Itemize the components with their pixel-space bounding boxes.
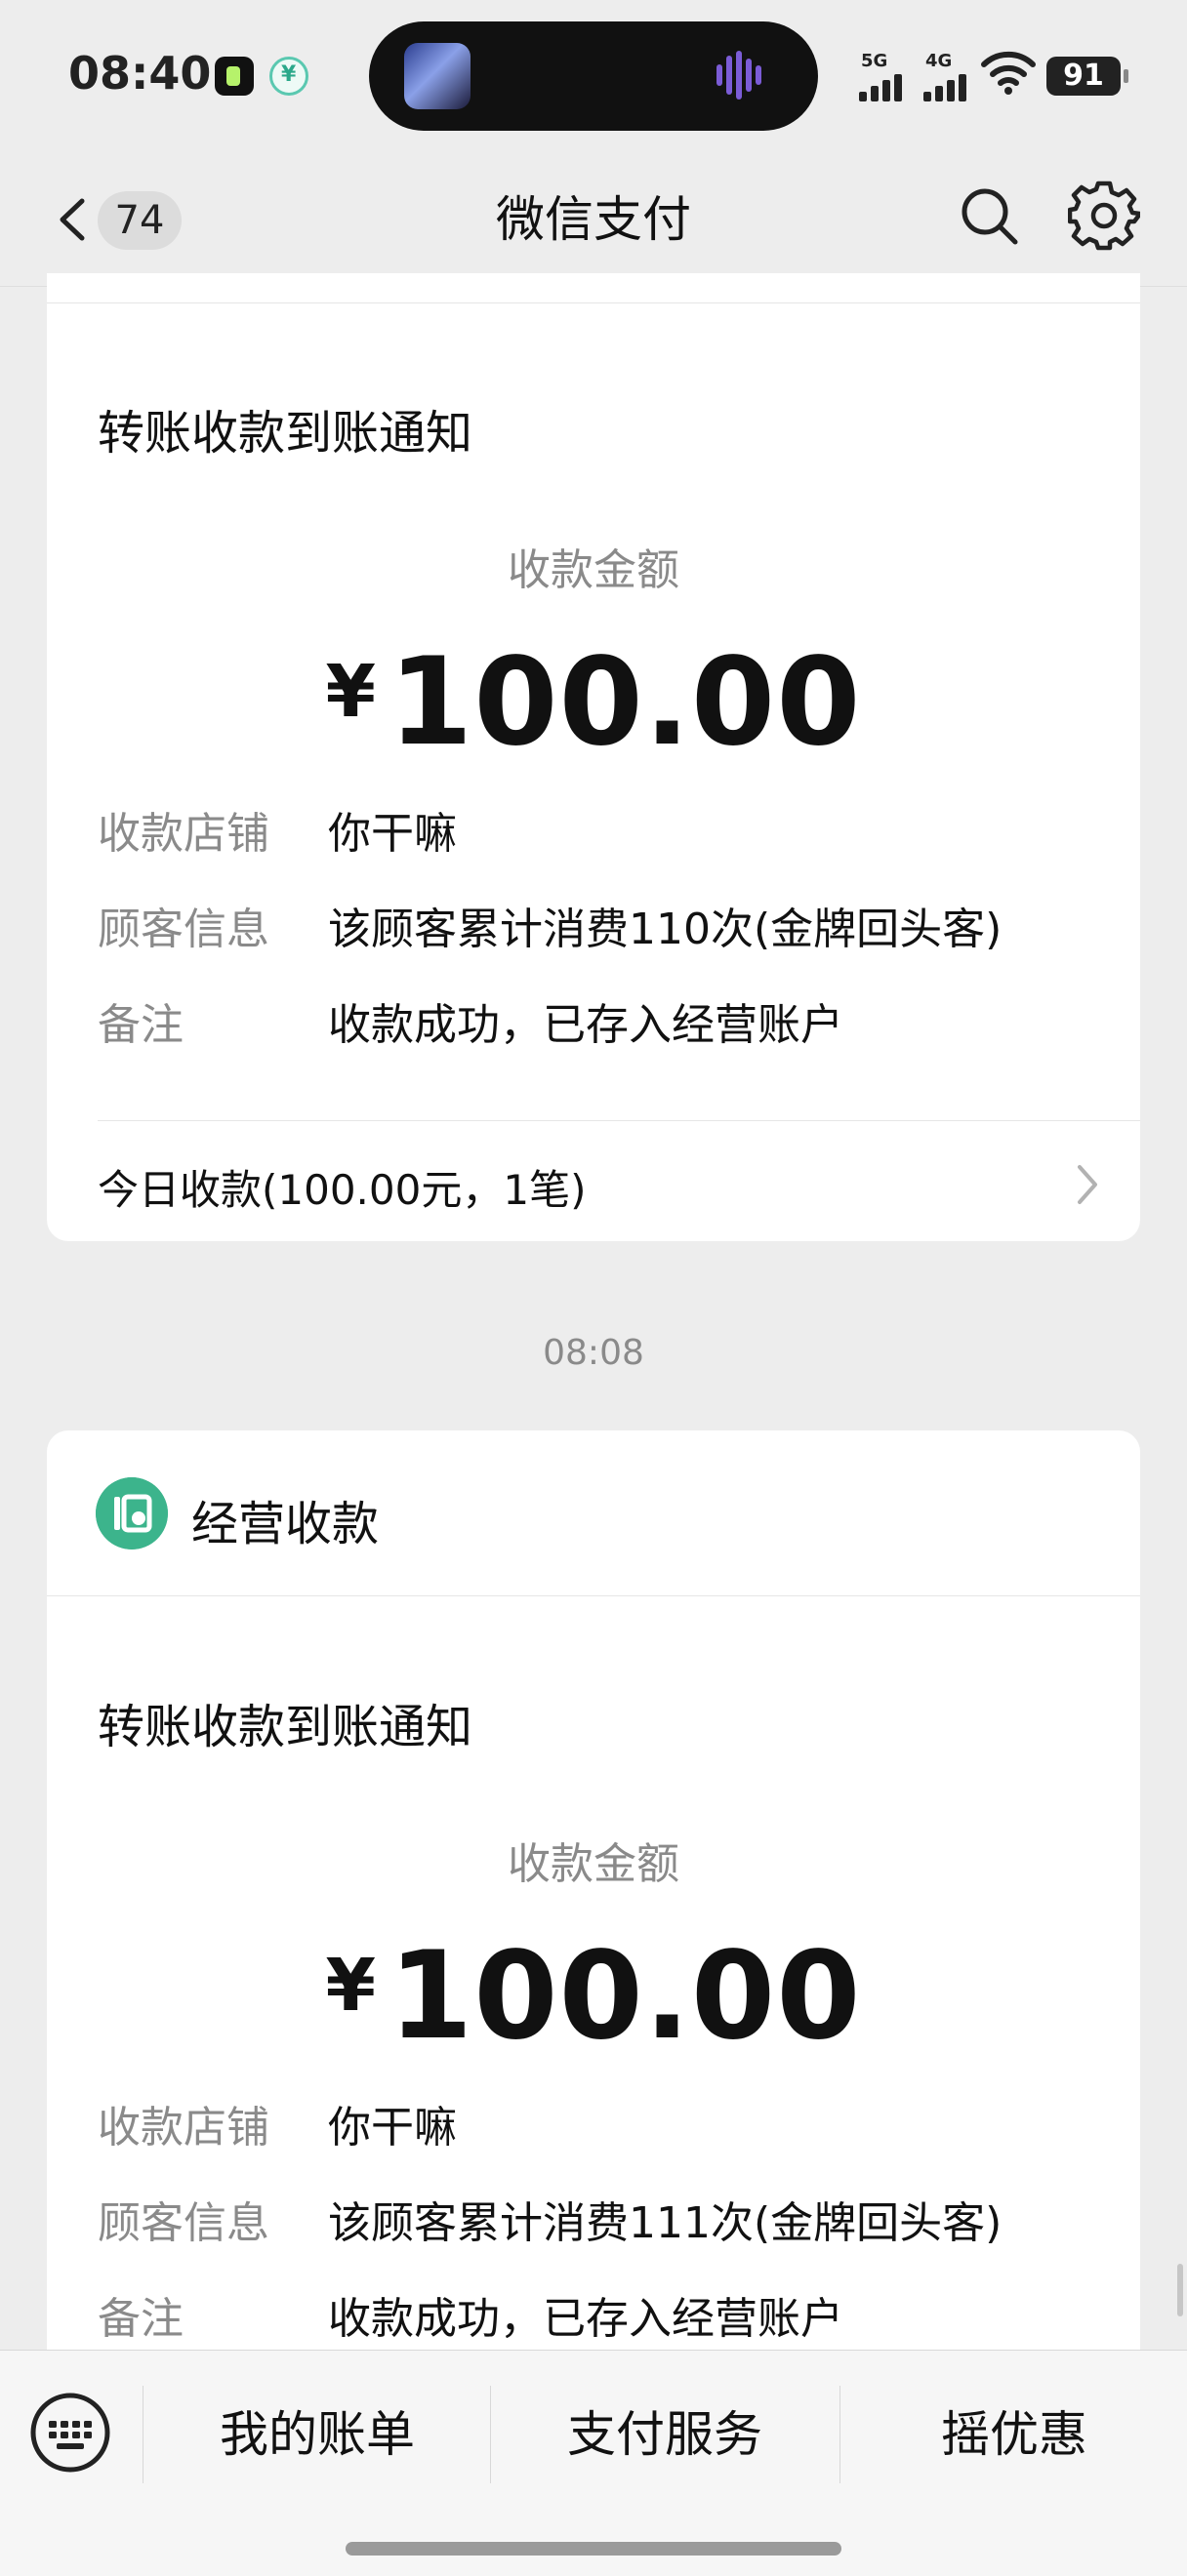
home-indicator[interactable] [346,2542,841,2556]
menu-divider [490,2386,491,2483]
wifi-icon [981,51,1036,95]
back-button[interactable]: 74 [41,185,197,254]
customer-info-value: 该顾客累计消费111次(金牌回头客) [328,2198,1003,2248]
pay-app-icon [269,57,308,96]
bottom-menu-bar: 我的账单 支付服务 摇优惠 [0,2350,1187,2576]
amount-label: 收款金额 [508,545,679,595]
back-icon [60,198,85,241]
menu-item-payment-services[interactable]: 支付服务 [492,2386,838,2483]
menu-item-my-bills[interactable]: 我的账单 [144,2386,490,2483]
amount-value: ¥100.00 [47,632,1140,773]
daily-summary-link[interactable]: 今日收款(100.00元，1笔) [98,1157,586,1217]
card-header-divider [47,302,1140,303]
merchant-name: 经营收款 [191,1497,380,1551]
store-label: 收款店铺 [98,809,269,859]
currency-symbol: ¥ [325,650,377,734]
message-timestamp: 08:08 [543,1333,644,1373]
customer-info-label: 顾客信息 [98,905,269,954]
nav-bar: 74 微信支付 [0,156,1187,287]
dynamic-island[interactable] [369,21,818,131]
music-app-icon [215,57,254,96]
scrollbar[interactable] [1177,2264,1183,2316]
status-time: 08:40 [68,47,212,100]
currency-symbol: ¥ [325,1944,377,2028]
search-icon[interactable] [955,181,1023,250]
store-value: 你干嘛 [328,2103,457,2153]
keyboard-icon[interactable] [27,2390,113,2475]
remark-value: 收款成功，已存入经营账户 [328,1000,843,1050]
settings-icon[interactable] [1068,180,1140,252]
customer-info-value: 该顾客累计消费110次(金牌回头客) [328,905,1003,954]
notification-title: 转账收款到账通知 [98,1700,473,1754]
amount-value: ¥100.00 [47,1926,1140,2067]
amount-number: 100.00 [388,632,862,773]
card-header: 经营收款 [47,1430,1140,1596]
notification-title: 转账收款到账通知 [98,406,473,461]
unread-count-badge: 74 [98,191,182,250]
summary-divider [98,1120,1140,1121]
menu-item-shake-deals[interactable]: 摇优惠 [841,2386,1187,2483]
chevron-right-icon [1078,1165,1097,1204]
remark-label: 备注 [98,2294,184,2344]
battery-icon: 91 [1046,57,1128,96]
customer-info-label: 顾客信息 [98,2198,269,2248]
audio-wave-icon [716,51,767,101]
payment-notification-card[interactable]: 转账收款到账通知 收款金额 ¥100.00 收款店铺 你干嘛 顾客信息 该顾客累… [47,273,1140,1241]
remark-label: 备注 [98,1000,184,1050]
merchant-logo-icon [96,1477,168,1550]
status-bar: 08:40 5G 4G 91 [0,0,1187,156]
amount-number: 100.00 [388,1926,862,2067]
payment-notification-card[interactable]: 经营收款 转账收款到账通知 收款金额 ¥100.00 收款店铺 你干嘛 顾客信息… [47,1430,1140,2406]
store-value: 你干嘛 [328,809,457,859]
amount-label: 收款金额 [508,1839,679,1889]
menu-divider [839,2386,840,2483]
store-label: 收款店铺 [98,2103,269,2153]
album-art-icon [404,43,471,109]
remark-value: 收款成功，已存入经营账户 [328,2294,843,2344]
